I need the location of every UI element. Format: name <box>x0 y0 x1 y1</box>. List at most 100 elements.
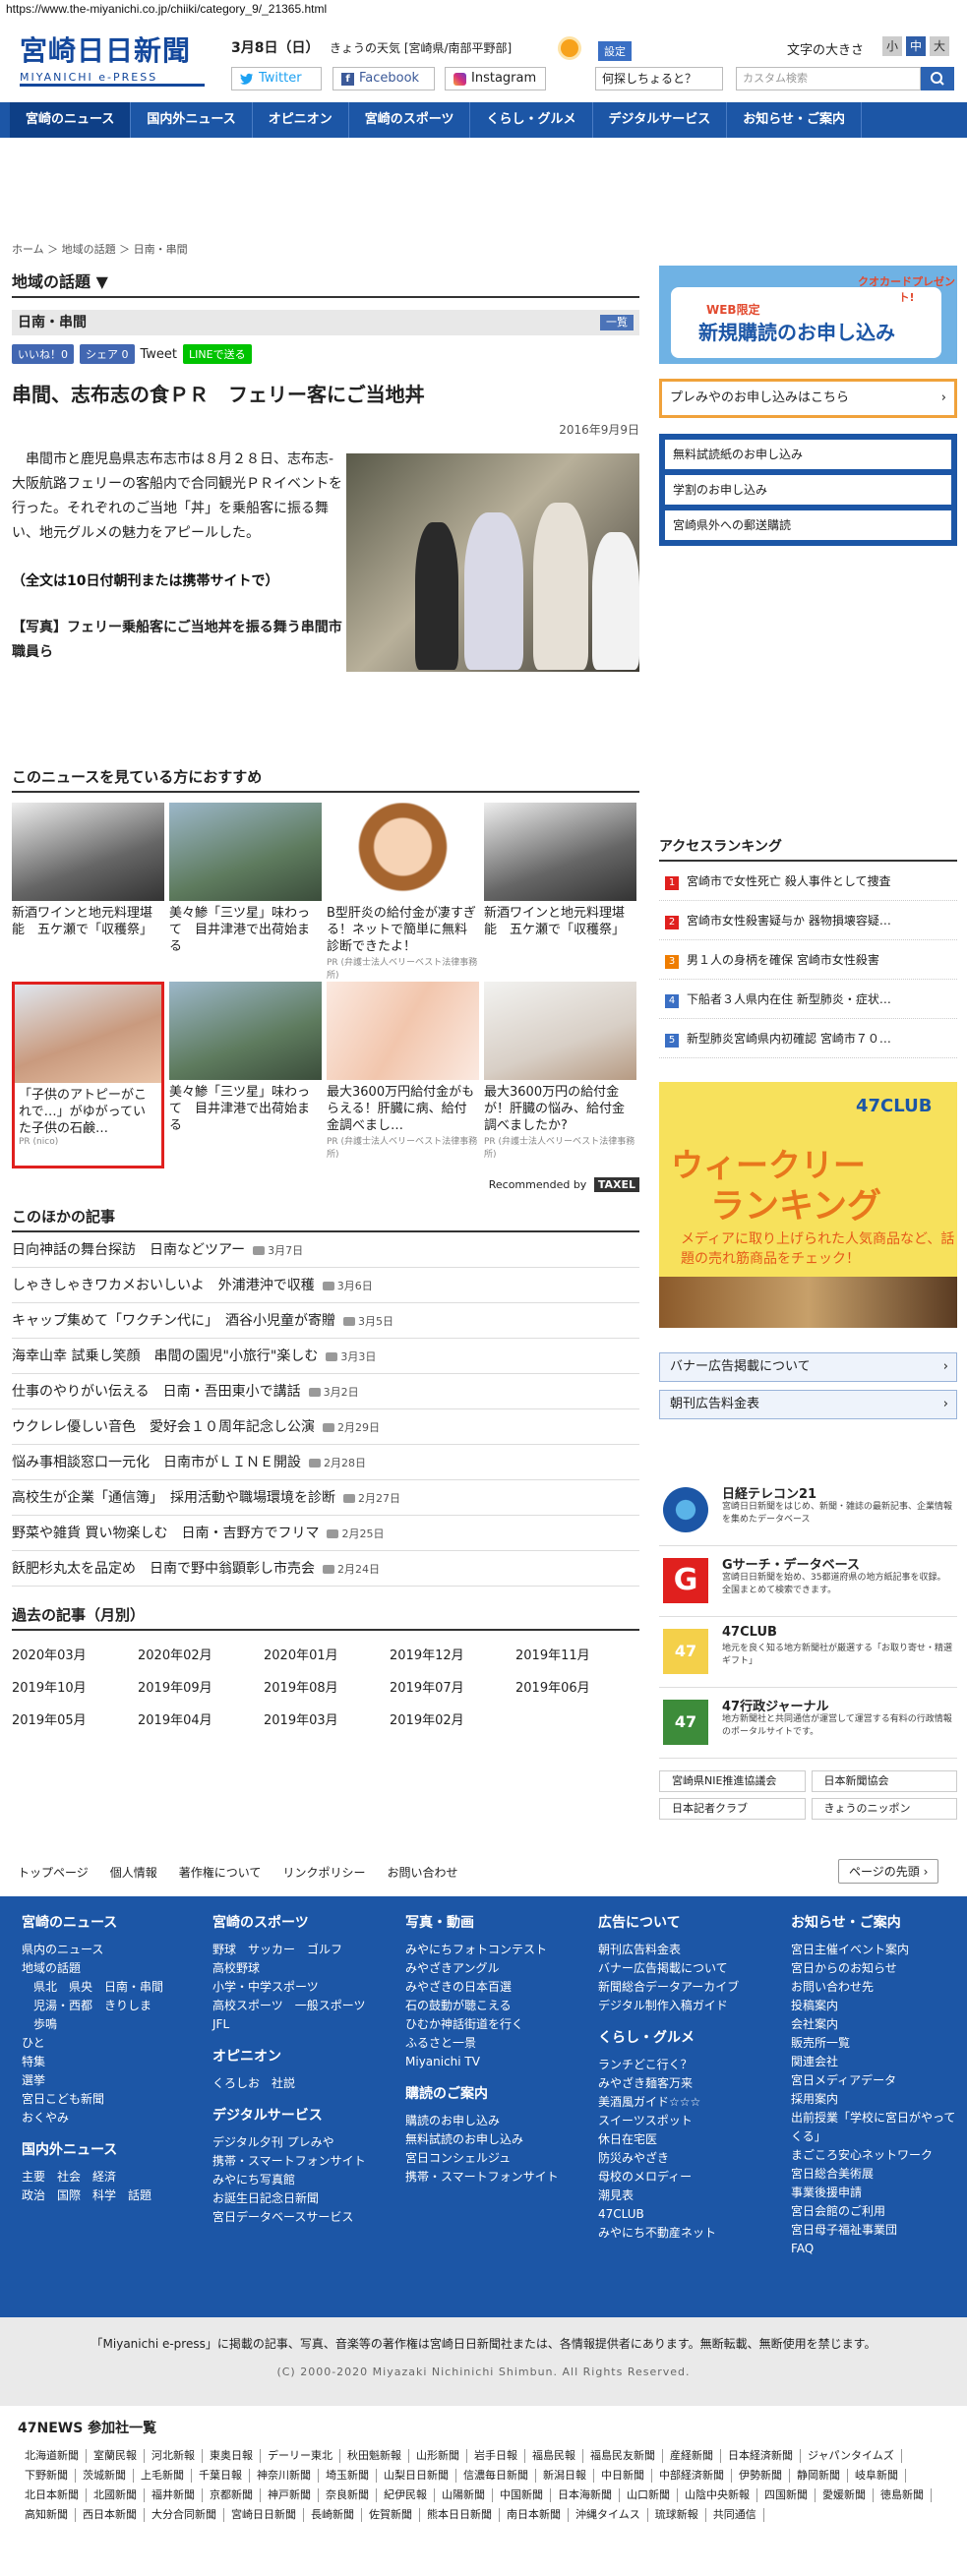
news-member-link[interactable]: 山梨日日新聞 <box>377 2469 456 2483</box>
news-member-link[interactable]: 神奈川新聞 <box>250 2469 319 2483</box>
sitemap-link[interactable]: お誕生日記念日新聞 <box>212 2189 366 2208</box>
sitemap-link[interactable]: 関連会社 <box>791 2053 958 2071</box>
service-item[interactable]: 日経テレコン21 宮崎日日新聞をはじめ、新聞・雑誌の最新記事、企業情報を集めたデ… <box>659 1475 957 1546</box>
archive-month[interactable]: 2019年04月 <box>138 1709 264 1728</box>
news-member-link[interactable]: 奈良新聞 <box>319 2488 377 2502</box>
news-member-link[interactable]: 紀伊民報 <box>377 2488 435 2502</box>
news-member-link[interactable]: 日本海新聞 <box>551 2488 620 2502</box>
sitemap-link[interactable]: 携帯・スマートフォンサイト <box>405 2168 559 2187</box>
facebook-link[interactable]: f Facebook <box>332 67 435 90</box>
archive-month[interactable]: 2019年07月 <box>390 1677 515 1696</box>
news-member-link[interactable]: 琉球新報 <box>648 2508 706 2522</box>
ranking-item[interactable]: 2 宮崎市女性殺害疑与か 器物損壊容疑… <box>659 901 957 940</box>
sitemap-link[interactable]: みやにちフォトコンテスト <box>405 1941 559 1959</box>
news-member-link[interactable]: 南日本新聞 <box>500 2508 569 2522</box>
sitemap-link[interactable]: 母校のメロディー <box>598 2168 739 2187</box>
nav-life-gourmet[interactable]: くらし・グルメ <box>470 102 593 138</box>
recommend-item[interactable]: 最大3600万円の給付金が！肝臓の悩み、給付金調べましたか? PR (弁護士法人… <box>484 982 636 1160</box>
nav-miyazaki-news[interactable]: 宮崎のニュース <box>10 102 132 138</box>
news-member-link[interactable]: 新潟日報 <box>536 2469 594 2483</box>
line-share-button[interactable]: LINEで送る <box>183 344 252 364</box>
news-member-link[interactable]: 秋田魁新報 <box>340 2449 409 2463</box>
list-item[interactable]: 海幸山幸 試乗し笑顔 串間の園児"小旅行"楽しむ 3月3日 <box>12 1339 639 1374</box>
section-title[interactable]: 地域の話題 ▼ <box>12 269 639 298</box>
nav-domestic-news[interactable]: 国内外ニュース <box>131 102 253 138</box>
twitter-link[interactable]: Twitter <box>231 67 322 90</box>
sitemap-link[interactable]: みやざき麺客万来 <box>598 2074 739 2093</box>
news-member-link[interactable]: 東奥日報 <box>203 2449 261 2463</box>
sitemap-link[interactable]: みやにち写真館 <box>212 2171 366 2189</box>
news-member-link[interactable]: 長崎新聞 <box>304 2508 362 2522</box>
nav-opinion[interactable]: オピニオン <box>253 102 349 138</box>
news-member-link[interactable]: 福島民報 <box>525 2449 583 2463</box>
sitemap-link[interactable]: 宮日コンシェルジュ <box>405 2149 559 2168</box>
recommend-item[interactable]: 美々鯵「三ツ星」味わって 目井津港で出荷始まる <box>169 803 322 955</box>
sitemap-link[interactable]: デジタル夕刊 プレみや <box>212 2133 366 2152</box>
related-link[interactable]: 日本記者クラブ <box>659 1798 806 1820</box>
font-large-button[interactable]: 大 <box>930 36 949 56</box>
news-member-link[interactable]: デーリー東北 <box>261 2449 340 2463</box>
sitemap-link[interactable]: 政治 国際 科学 話題 <box>22 2187 163 2205</box>
news-member-link[interactable]: 西日本新聞 <box>76 2508 145 2522</box>
news-member-link[interactable]: 中部経済新聞 <box>652 2469 732 2483</box>
list-item[interactable]: しゃきしゃきワカメおいしいよ 外浦港沖で収穫 3月6日 <box>12 1268 639 1303</box>
news-member-link[interactable]: 福島民友新聞 <box>583 2449 663 2463</box>
sitemap-link[interactable]: みやざきの日本百選 <box>405 1978 559 1997</box>
sitemap-link[interactable]: JFL <box>212 2015 366 2034</box>
news-member-link[interactable]: 大分合同新聞 <box>145 2508 224 2522</box>
sitemap-link[interactable]: 高校野球 <box>212 1959 366 1978</box>
sitemap-link[interactable]: 宮日データベースサービス <box>212 2208 366 2227</box>
instagram-link[interactable]: Instagram <box>445 67 546 90</box>
service-item[interactable]: 47 47行政ジャーナル 地方新聞社と共同通信が運営して運営する有料の行政情報の… <box>659 1688 957 1759</box>
list-item[interactable]: 仕事のやりがい伝える 日南・吾田東小で講話 3月2日 <box>12 1374 639 1409</box>
sitemap-link[interactable]: 新聞総合データアーカイブ <box>598 1978 739 1997</box>
ranking-item[interactable]: 5 新型肺炎宮崎県内初確認 宮崎市７０… <box>659 1019 957 1058</box>
list-item[interactable]: 悩み事相談窓口一元化 日南市がＬＩＮＥ開設 2月28日 <box>12 1445 639 1480</box>
recommend-item[interactable]: 美々鯵「三ツ星」味わって 目井津港で出荷始まる <box>169 982 322 1134</box>
sitemap-link[interactable]: お問い合わせ先 <box>791 1978 958 1997</box>
sitemap-heading[interactable]: 国内外ニュース <box>22 2141 163 2160</box>
news-member-link[interactable]: 日本経済新聞 <box>721 2449 801 2463</box>
archive-month[interactable]: 2019年12月 <box>390 1645 515 1663</box>
sitemap-link[interactable]: 宮日主催イベント案内 <box>791 1941 958 1959</box>
sitemap-link[interactable]: みやざきアングル <box>405 1959 559 1978</box>
banner-ad-link[interactable]: バナー広告掲載について › <box>659 1352 957 1382</box>
recommend-item[interactable]: 新酒ワインと地元料理堪能 五ケ瀬で「収穫祭」 <box>12 803 164 938</box>
sitemap-link[interactable]: まごころ安心ネットワーク <box>791 2146 958 2165</box>
list-item[interactable]: ウクレレ優しい音色 愛好会１０周年記念し公演 2月29日 <box>12 1409 639 1445</box>
news-member-link[interactable]: 高知新聞 <box>18 2508 76 2522</box>
recommend-item[interactable]: B型肝炎の給付金が凄すぎる！ネットで簡単に無料診断できたよ！ PR (弁護士法人… <box>327 803 479 981</box>
breadcrumb[interactable]: ホーム ＞ 地域の話題 ＞ 日南・串間 <box>12 241 639 257</box>
trial-link[interactable]: 無料試読紙のお申し込み <box>665 440 951 469</box>
news-member-link[interactable]: 産経新聞 <box>663 2449 721 2463</box>
archive-month[interactable]: 2020年01月 <box>264 1645 390 1663</box>
sitemap-link[interactable]: 選挙 <box>22 2071 163 2090</box>
news-member-link[interactable]: 千葉日報 <box>192 2469 250 2483</box>
news-member-link[interactable]: 山陰中央新報 <box>678 2488 757 2502</box>
sitemap-link[interactable]: 宮日会館のご利用 <box>791 2202 958 2221</box>
archive-month[interactable]: 2019年06月 <box>515 1677 641 1696</box>
news-member-link[interactable]: 信濃毎日新聞 <box>456 2469 536 2483</box>
news-member-link[interactable]: 山口新聞 <box>620 2488 678 2502</box>
mail-subscription-link[interactable]: 宮崎県外への郵送購読 <box>665 510 951 540</box>
footer-link[interactable]: リンクポリシー <box>282 1864 365 1881</box>
nav-info[interactable]: お知らせ・ご案内 <box>727 102 862 138</box>
fb-share-button[interactable]: シェア 0 <box>80 344 135 364</box>
news-member-link[interactable]: 京都新聞 <box>203 2488 261 2502</box>
news-member-link[interactable]: 四国新聞 <box>757 2488 816 2502</box>
news-member-link[interactable]: 下野新聞 <box>18 2469 76 2483</box>
font-medium-button[interactable]: 中 <box>906 36 926 56</box>
related-link[interactable]: きょうのニッポン <box>811 1798 957 1820</box>
archive-month[interactable]: 2019年05月 <box>12 1709 138 1728</box>
news-member-link[interactable]: 佐賀新聞 <box>362 2508 420 2522</box>
archive-month[interactable]: 2019年03月 <box>264 1709 390 1728</box>
47club-banner[interactable]: 47CLUB ウィークリー ランキング メディアに取り上げられた人気商品など、話… <box>659 1082 957 1328</box>
list-item[interactable]: 飫肥杉丸太を品定め 日南で野中翁顕彰し市売会 2月24日 <box>12 1551 639 1587</box>
related-link[interactable]: 日本新聞協会 <box>811 1770 957 1792</box>
sitemap-link[interactable]: ふるさと一景 <box>405 2034 559 2053</box>
list-button[interactable]: 一覧 <box>600 315 634 330</box>
sitemap-link[interactable]: スイーツスポット <box>598 2112 739 2130</box>
news-member-link[interactable]: 山陽新聞 <box>435 2488 493 2502</box>
news-member-link[interactable]: 中日新聞 <box>594 2469 652 2483</box>
service-item[interactable]: 47 47CLUB 地元を良く知る地方新聞社が厳選する「お取り寄せ・精選ギフト」 <box>659 1617 957 1688</box>
